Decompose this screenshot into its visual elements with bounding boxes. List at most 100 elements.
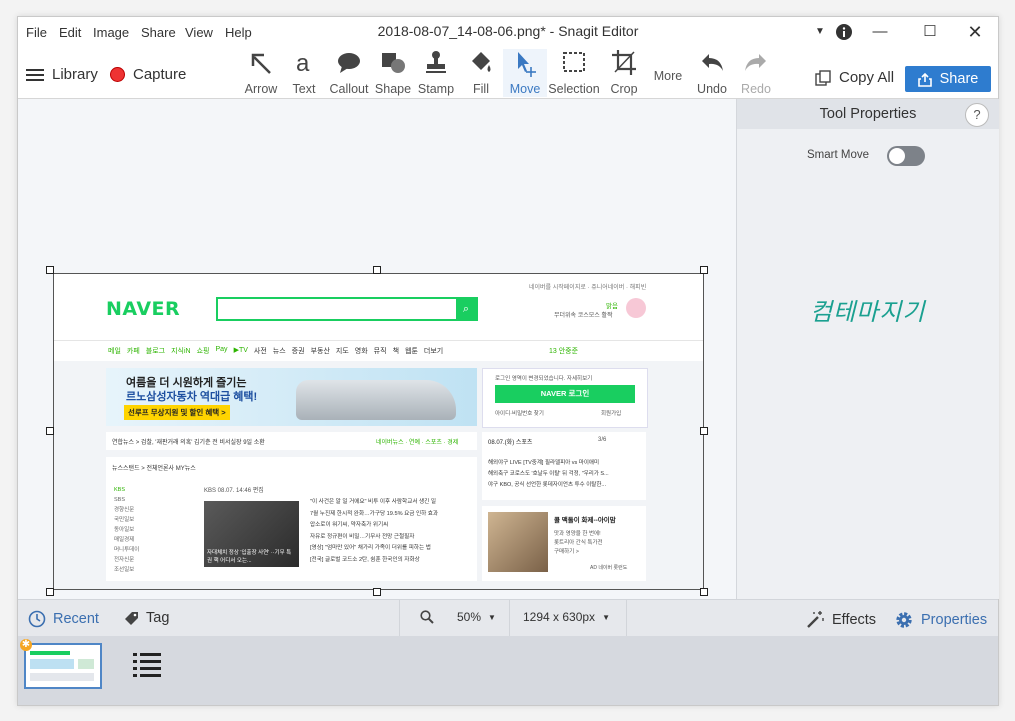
smart-move-toggle[interactable] — [887, 146, 925, 166]
press-item: KBS — [114, 487, 126, 493]
undo-icon — [702, 54, 723, 71]
zoom-icon — [420, 610, 434, 624]
sports-item: 해외축구 코로스도 '호날두 이탈' 뒤 걱정, "우리가 S... — [488, 471, 609, 477]
recent-button[interactable]: Recent — [28, 610, 99, 628]
ad-lines: 맛과 영양을 한 번에! 롯트리아 간식 특가전 구매하기 > — [554, 530, 603, 557]
dimensions-control[interactable]: 1294 x 630px ▼ — [523, 610, 610, 624]
resize-handle-br[interactable] — [700, 588, 708, 596]
headline-list: "이 사건은 알 일 거에요" 비투 이후 사람학교서 생긴 일 7월 누진제 한… — [310, 497, 472, 566]
resize-handle-tr[interactable] — [700, 266, 708, 274]
redo-label: Redo — [741, 82, 771, 96]
login-box: 로그인 영역이 변경되었습니다. 자세히보기 NAVER 로그인 아이디·비밀번… — [482, 368, 648, 428]
news-stand-title: 뉴스스탠드 > 전체언론사 MY뉴스 — [112, 466, 196, 472]
headline-item: [영상] "엄마만 있어" 채가리 가족이 더위를 피하는 법 — [310, 545, 431, 551]
resize-handle-b[interactable] — [373, 588, 381, 596]
tool-selection[interactable]: Selection — [548, 49, 600, 97]
naver-nav-item: 카페 — [126, 348, 140, 355]
login-notice: 로그인 영역이 변경되었습니다. 자세히보기 — [495, 376, 593, 382]
ad-tag: AD 네이버 롯런도 — [590, 565, 628, 571]
copy-all-label: Copy All — [839, 69, 895, 86]
ad-line: 구매하기 > — [554, 549, 579, 555]
dimensions-value: 1294 x 630px — [523, 610, 596, 624]
resize-handle-l[interactable] — [46, 427, 54, 435]
share-button[interactable]: Share — [905, 66, 991, 92]
naver-nav-item: 쇼핑 — [196, 348, 210, 355]
stamp-icon — [426, 51, 446, 73]
naver-weather-sub: 무더위속 코스모스 활짝 — [554, 313, 613, 319]
naver-nav-item: 뉴스 — [272, 348, 286, 355]
hamburger-icon — [26, 68, 44, 81]
fill-icon — [472, 52, 491, 72]
recent-label: Recent — [53, 611, 99, 627]
naver-nav-item: 블로그 — [145, 348, 166, 355]
properties-button[interactable]: Properties — [894, 610, 987, 630]
thumb-detail — [30, 673, 94, 681]
login-button: NAVER 로그인 — [495, 385, 635, 403]
svg-text:a: a — [296, 50, 310, 77]
zoom-value: 50% — [457, 610, 482, 624]
naver-weather: 맑음 — [606, 303, 618, 310]
zoom-control[interactable]: 50% ▼ — [420, 610, 496, 624]
resize-handle-bl[interactable] — [46, 588, 54, 596]
thumb-detail — [30, 651, 70, 655]
thumb-detail — [78, 659, 94, 669]
car-image — [296, 380, 456, 420]
minimize-icon[interactable]: — — [866, 21, 894, 43]
press-item: 조선일보 — [114, 567, 135, 573]
resize-handle-tl[interactable] — [46, 266, 54, 274]
maximize-icon[interactable]: ☐ — [916, 21, 944, 43]
login-find: 아이디·비밀번호 찾기 — [495, 411, 544, 417]
separator — [399, 600, 400, 636]
chevron-down-icon: ▼ — [602, 612, 610, 622]
properties-label: Properties — [921, 612, 988, 628]
headline-item: "이 사건은 알 일 거에요" 비투 이후 사람학교서 생긴 일 — [310, 499, 437, 505]
tool-move[interactable]: Move — [503, 49, 547, 97]
list-view-icon[interactable] — [133, 652, 161, 683]
naver-page: 네이버를 시작페이지로 · 쥬니어네이버 · 해피빈 NAVER ⌕ 맑음 무더… — [54, 274, 703, 589]
naver-nav-item: 부동산 — [310, 348, 330, 355]
close-icon[interactable]: ✕ — [961, 21, 989, 43]
login-join: 회원가입 — [601, 411, 622, 417]
help-button[interactable]: ? — [965, 103, 989, 127]
handwritten-text: 컴테마지기 — [810, 298, 926, 326]
capture-button[interactable]: Capture — [110, 66, 186, 83]
headline-item: [전국] 글로벌 코드소 2탄, 쉼훈 한국인의 자화상 — [310, 556, 420, 563]
naver-nav-item: 영화 — [354, 348, 368, 355]
tag-label: Tag — [146, 610, 170, 626]
naver-nav: 메일 카페 블로그 지식iN 쇼핑 Pay ▶TV 사전 뉴스 증권 부동산 지도 영화 뮤직 책 웹툰 더보기 — [108, 346, 443, 356]
library-button[interactable]: Library — [26, 66, 98, 83]
news-strip-text: 연합뉴스 > 검찰, '재판거래 의혹' 김기춘 전 비서실장 9일 소환 — [112, 440, 265, 446]
naver-nav-item: 뮤직 — [373, 348, 387, 355]
effects-label: Effects — [832, 612, 877, 628]
flower-icon — [626, 298, 646, 318]
tag-button[interactable]: Tag — [123, 610, 169, 626]
sports-item: 야구 KBO, 공식 선언한 롯데자이언츠 투수 이탈한... — [488, 482, 606, 488]
ad-banner: 여름을 더 시원하게 즐기는 르노삼성자동차 역대급 혜택! 선루프 무상지원 … — [106, 368, 477, 426]
captured-image[interactable]: 네이버를 시작페이지로 · 쥬니어네이버 · 해피빈 NAVER ⌕ 맑음 무더… — [53, 273, 704, 590]
news-stand: 뉴스스탠드 > 전체언론사 MY뉴스 KBS SBS 경향신문 국민일보 동아일보 매일경… — [106, 457, 477, 581]
naver-nav-item: ▶TV — [233, 347, 248, 354]
crop-icon — [612, 50, 636, 75]
sports-box: 08.07.(화) 스포츠 3/6 해외야구 LIVE [TV중계] 필라델피아… — [482, 432, 646, 500]
resize-handle-t[interactable] — [373, 266, 381, 274]
effects-button[interactable]: Effects — [805, 610, 876, 630]
shape-icon — [382, 53, 405, 73]
resize-handle-r[interactable] — [700, 427, 708, 435]
capture-thumbnail[interactable]: ✱ — [20, 639, 102, 689]
redo-icon — [745, 54, 766, 71]
copy-icon — [815, 69, 831, 86]
editor-canvas[interactable]: 네이버를 시작페이지로 · 쥬니어네이버 · 해피빈 NAVER ⌕ 맑음 무더… — [18, 99, 736, 599]
search-icon: ⌕ — [456, 299, 476, 319]
naver-nav-item: Pay — [215, 346, 228, 353]
naver-top-links: 네이버를 시작페이지로 · 쥬니어네이버 · 해피빈 — [529, 285, 647, 291]
sports-date: 08.07.(화) 스포츠 — [488, 440, 533, 446]
info-icon[interactable] — [830, 21, 858, 43]
press-item: 매일경제 — [114, 537, 135, 543]
naver-nav-item: 사전 — [253, 348, 267, 355]
naver-nav-item: 지도 — [335, 348, 349, 355]
cat-photo — [488, 512, 548, 572]
smart-move-label: Smart Move — [807, 149, 869, 161]
redo-button[interactable]: Redo — [734, 49, 778, 97]
copy-all-button[interactable]: Copy All — [815, 69, 894, 86]
headline-item: 압소로이 워기씨, 약자축가 위기씨 — [310, 522, 389, 528]
